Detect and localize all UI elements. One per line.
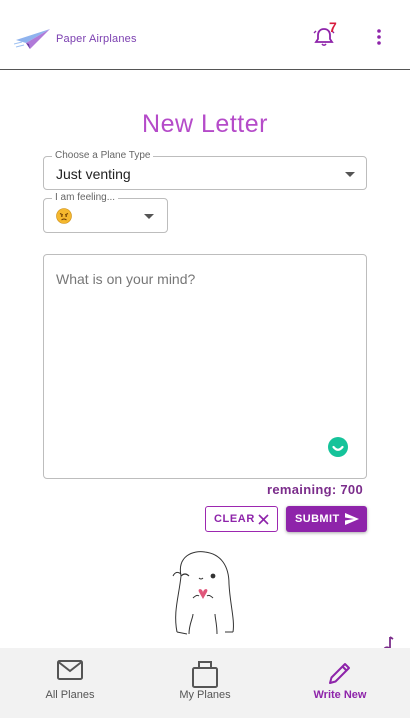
notification-count-badge: 7 xyxy=(329,19,337,35)
nav-write-new[interactable]: Write New xyxy=(280,648,400,718)
nav-all-planes[interactable]: All Planes xyxy=(10,648,130,718)
page-title: New Letter xyxy=(142,110,268,138)
pencil-icon xyxy=(329,663,350,684)
bottom-navigation: All Planes My Planes Write New xyxy=(0,648,410,718)
close-icon xyxy=(258,514,269,525)
chevron-down-icon xyxy=(144,214,154,219)
plane-type-label: Choose a Plane Type xyxy=(52,150,154,161)
plane-type-select[interactable]: Choose a Plane Type Just venting xyxy=(43,150,367,190)
send-icon xyxy=(345,513,359,525)
nav-my-planes-label: My Planes xyxy=(179,689,231,701)
app-name[interactable]: Paper Airplanes xyxy=(56,33,137,45)
submit-button-label: SUBMIT xyxy=(295,513,340,525)
more-vert-icon[interactable] xyxy=(372,27,386,47)
inbox-stack-icon xyxy=(192,661,218,688)
feeling-label: I am feeling... xyxy=(52,192,119,203)
plane-type-value: Just venting xyxy=(56,166,131,182)
clear-button-label: CLEAR xyxy=(214,513,255,525)
angry-face-emoji-icon xyxy=(56,208,72,224)
clear-button[interactable]: CLEAR xyxy=(205,506,278,532)
paper-plane-logo-icon[interactable] xyxy=(14,27,52,51)
feeling-select[interactable]: I am feeling... xyxy=(43,192,168,233)
app-header: Paper Airplanes 7 xyxy=(0,0,410,70)
mail-icon xyxy=(57,660,83,680)
nav-write-new-label: Write New xyxy=(313,689,367,701)
mascot-doodle-illustration xyxy=(172,551,234,635)
remaining-characters: remaining: 700 xyxy=(267,482,363,497)
chevron-down-icon xyxy=(345,172,355,177)
nav-all-planes-label: All Planes xyxy=(45,689,95,701)
message-textarea[interactable]: What is on your mind? xyxy=(43,254,367,479)
nav-my-planes[interactable]: My Planes xyxy=(145,648,265,718)
submit-button[interactable]: SUBMIT xyxy=(286,506,367,532)
grammar-assistant-icon[interactable] xyxy=(328,437,348,457)
message-placeholder: What is on your mind? xyxy=(56,271,196,287)
